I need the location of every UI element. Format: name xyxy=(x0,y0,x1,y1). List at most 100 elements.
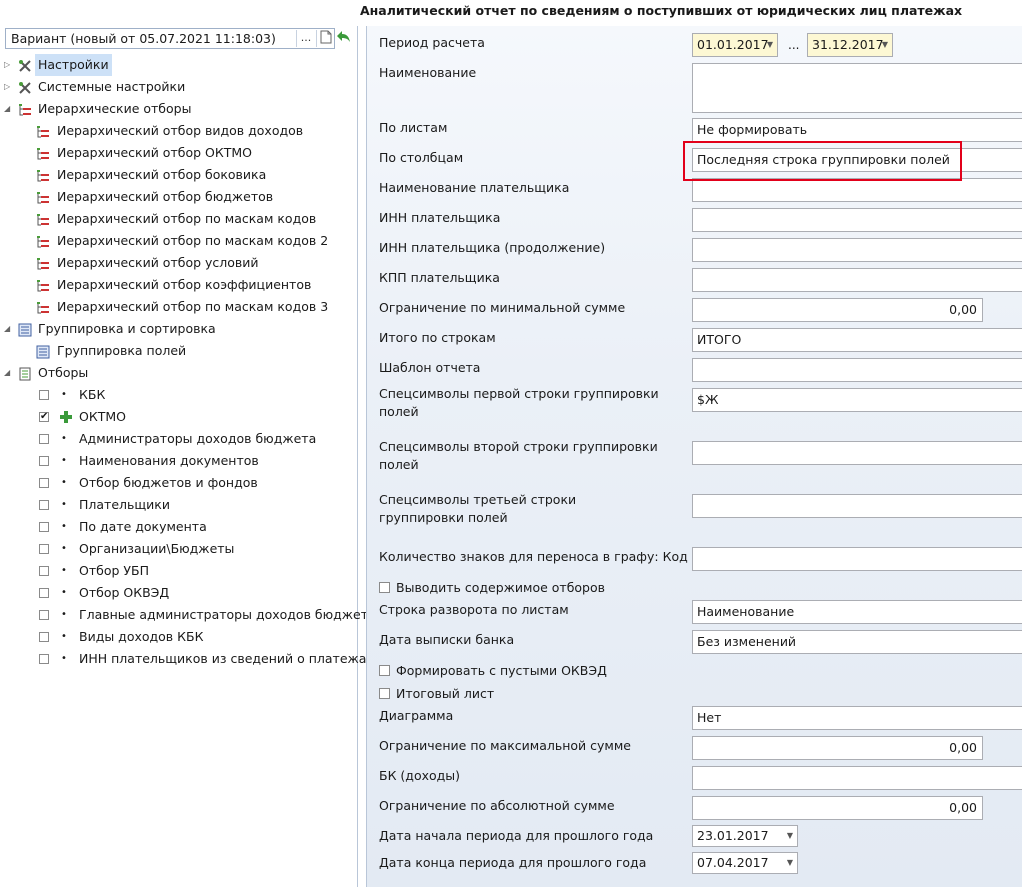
tree-item[interactable]: Иерархический отбор по маскам кодов xyxy=(0,208,357,230)
tree-item[interactable]: Иерархический отбор по маскам кодов 2 xyxy=(0,230,357,252)
tree-item[interactable]: Иерархический отбор условий xyxy=(0,252,357,274)
min-sum-field[interactable]: 0,00 xyxy=(692,298,983,322)
max-sum-field[interactable]: 0,00 xyxy=(692,736,983,760)
period-from-field[interactable]: 01.01.2017 ▼ xyxy=(692,33,778,57)
bk-field[interactable] xyxy=(692,766,1022,790)
checkbox[interactable] xyxy=(39,434,49,444)
tree-item[interactable]: • Виды доходов КБК xyxy=(0,626,357,648)
tree-item[interactable]: Иерархический отбор коэффициентов xyxy=(0,274,357,296)
tree-item[interactable]: Иерархический отбор боковика xyxy=(0,164,357,186)
grouping-icon xyxy=(36,344,50,359)
tree-item[interactable]: • КБК xyxy=(0,384,357,406)
by-sheets-field[interactable]: Не формировать xyxy=(692,118,1022,142)
prev-start-field[interactable]: 23.01.2017 ▼ xyxy=(692,825,798,847)
spec3-field[interactable] xyxy=(692,494,1022,518)
document-icon[interactable] xyxy=(316,30,335,47)
chars-field[interactable] xyxy=(692,547,1022,571)
bank-date-label: Дата выписки банка xyxy=(379,632,515,647)
tree-item-label: Иерархический отбор по маскам кодов xyxy=(57,211,317,226)
tree-item[interactable]: • По дате документа xyxy=(0,516,357,538)
checkbox[interactable] xyxy=(39,522,49,532)
tree-item[interactable]: Группировка полей xyxy=(0,340,357,362)
tree-item[interactable]: • Отбор бюджетов и фондов xyxy=(0,472,357,494)
abs-sum-field[interactable]: 0,00 xyxy=(692,796,983,820)
tree-item[interactable]: ✔ ОКТМО xyxy=(0,406,357,428)
name-textarea[interactable] xyxy=(692,63,1022,113)
tree-item[interactable]: ◢ Группировка и сортировка xyxy=(0,318,357,340)
chevron-down-icon[interactable]: ▼ xyxy=(882,34,888,56)
checkbox-box[interactable] xyxy=(379,688,390,699)
template-label: Шаблон отчета xyxy=(379,360,481,375)
bullet-icon: • xyxy=(61,389,67,400)
spec1-field[interactable]: $Ж xyxy=(692,388,1022,412)
template-field[interactable] xyxy=(692,358,1022,382)
tree-item[interactable]: Иерархический отбор по маскам кодов 3 xyxy=(0,296,357,318)
variant-value: Вариант (новый от 05.07.2021 11:18:03) xyxy=(11,31,276,46)
checkbox[interactable]: ✔ xyxy=(39,412,49,422)
payer-kpp-label: КПП плательщика xyxy=(379,270,500,285)
prev-start-label: Дата начала периода для прошлого года xyxy=(379,828,654,843)
tree-item[interactable]: Иерархический отбор бюджетов xyxy=(0,186,357,208)
sheet-row-field[interactable]: Наименование xyxy=(692,600,1022,624)
tree-item[interactable]: • Наименования документов xyxy=(0,450,357,472)
tree-item-label: Группировка полей xyxy=(57,343,187,358)
tree-item[interactable]: ◢ Отборы xyxy=(0,362,357,384)
payer-name-field[interactable] xyxy=(692,178,1022,202)
payer-kpp-field[interactable] xyxy=(692,268,1022,292)
tree-item[interactable]: ◢ Иерархические отборы xyxy=(0,98,357,120)
variant-selector[interactable]: Вариант (новый от 05.07.2021 11:18:03) .… xyxy=(5,28,335,49)
tree-item-label: Группировка и сортировка xyxy=(38,321,216,336)
expand-icon[interactable]: ▷ xyxy=(4,54,14,76)
tree-item[interactable]: • Главные администраторы доходов бюджет xyxy=(0,604,368,626)
payer-inn-field[interactable] xyxy=(692,208,1022,232)
abs-sum-label: Ограничение по абсолютной сумме xyxy=(379,798,615,813)
prev-end-field[interactable]: 07.04.2017 ▼ xyxy=(692,852,798,874)
chevron-down-icon[interactable]: ▼ xyxy=(787,826,793,846)
chevron-down-icon[interactable]: ▼ xyxy=(767,34,773,56)
tree-item[interactable]: ▷ Настройки xyxy=(0,54,357,76)
checkbox[interactable] xyxy=(39,566,49,576)
checkbox-box[interactable] xyxy=(379,582,390,593)
chevron-down-icon[interactable]: ▼ xyxy=(787,853,793,873)
tree-item[interactable]: • Администраторы доходов бюджета xyxy=(0,428,357,450)
diagram-field[interactable]: Нет xyxy=(692,706,1022,730)
checkbox[interactable] xyxy=(39,544,49,554)
variant-browse-button[interactable]: ... xyxy=(296,30,315,47)
tree-item[interactable]: • Отбор УБП xyxy=(0,560,357,582)
payer-inn-cont-field[interactable] xyxy=(692,238,1022,262)
tree-item-label: КБК xyxy=(79,387,106,402)
checkbox[interactable] xyxy=(39,390,49,400)
checkbox[interactable] xyxy=(39,654,49,664)
undo-arrow-icon[interactable] xyxy=(336,30,354,47)
checkbox[interactable] xyxy=(39,610,49,620)
tree-item[interactable]: Иерархический отбор видов доходов xyxy=(0,120,357,142)
checkbox[interactable] xyxy=(39,588,49,598)
collapse-icon[interactable]: ◢ xyxy=(4,98,14,120)
collapse-icon[interactable]: ◢ xyxy=(4,318,14,340)
bank-date-field[interactable]: Без изменений xyxy=(692,630,1022,654)
tree-item[interactable]: • Плательщики xyxy=(0,494,357,516)
grouping-icon xyxy=(18,322,32,337)
tree-item[interactable]: • Организации\Бюджеты xyxy=(0,538,357,560)
checkbox[interactable] xyxy=(39,632,49,642)
period-to-field[interactable]: 31.12.2017 ▼ xyxy=(807,33,893,57)
checkbox[interactable] xyxy=(39,478,49,488)
bullet-icon: • xyxy=(61,543,67,554)
collapse-icon[interactable]: ◢ xyxy=(4,362,14,384)
tree-item[interactable]: Иерархический отбор ОКТМО xyxy=(0,142,357,164)
checkbox[interactable] xyxy=(39,500,49,510)
period-to-value: 31.12.2017 xyxy=(812,37,884,52)
tree-item[interactable]: ▷ Системные настройки xyxy=(0,76,357,98)
rows-total-field[interactable]: ИТОГО xyxy=(692,328,1022,352)
tree-item[interactable]: • ИНН плательщиков из сведений о платежа xyxy=(0,648,366,670)
prev-end-value: 07.04.2017 xyxy=(697,855,769,870)
spec2-field[interactable] xyxy=(692,441,1022,465)
tree-item[interactable]: • Отбор ОКВЭД xyxy=(0,582,357,604)
tree-item-label: Наименования документов xyxy=(79,453,259,468)
hierarchy-icon xyxy=(36,124,50,138)
checkbox[interactable] xyxy=(39,456,49,466)
expand-icon[interactable]: ▷ xyxy=(4,76,14,98)
checkbox-box[interactable] xyxy=(379,665,390,676)
bullet-icon: • xyxy=(61,587,67,598)
hierarchy-icon xyxy=(36,300,50,314)
